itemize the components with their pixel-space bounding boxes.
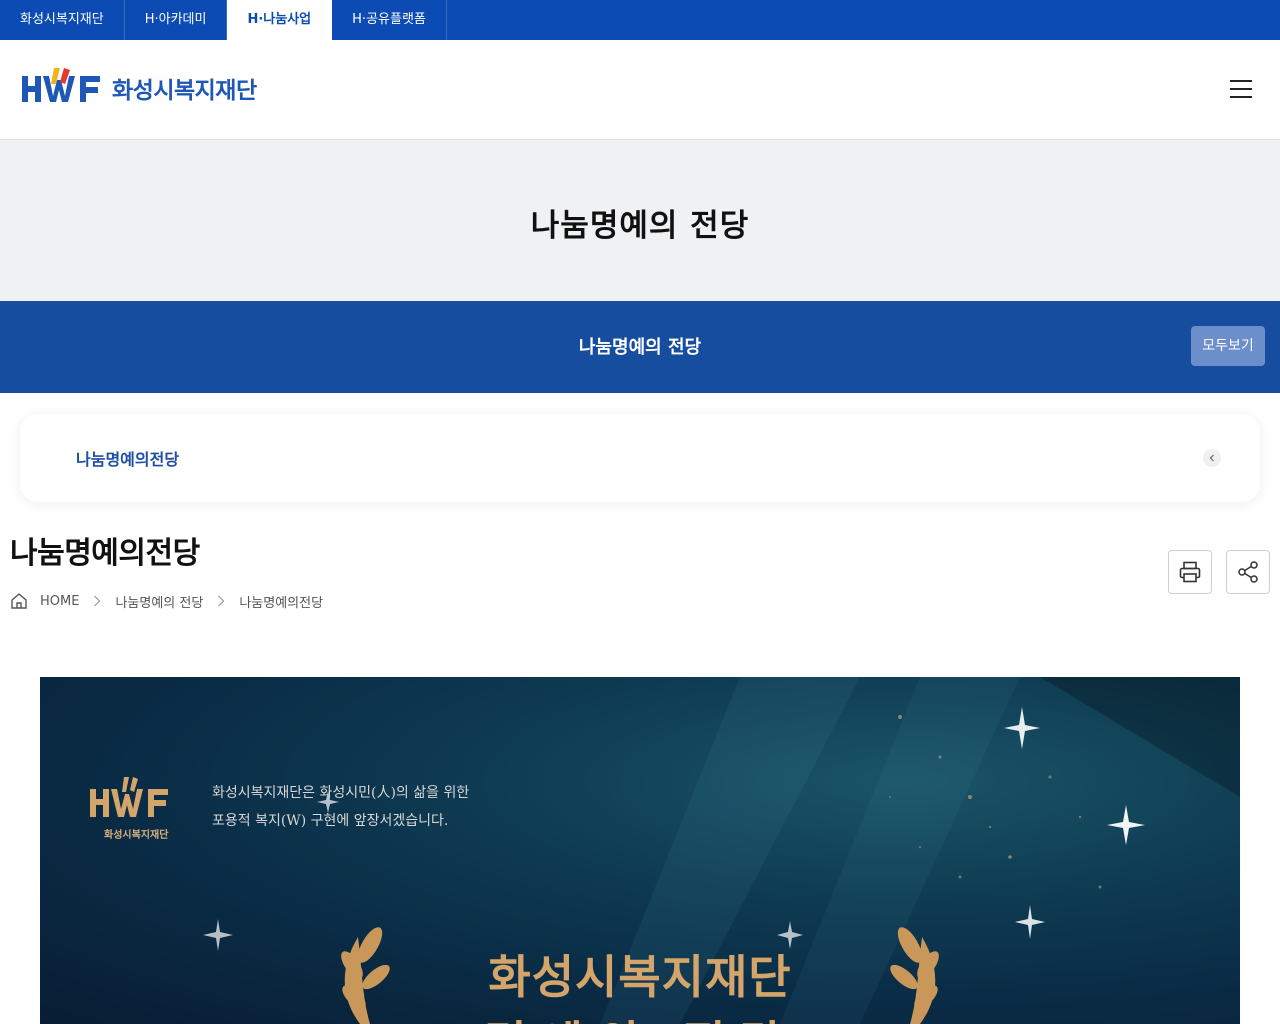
section-bar: 나눔명예의 전당 모두보기 <box>0 301 1280 393</box>
chevron-right-icon <box>217 595 225 607</box>
chevron-left-icon[interactable] <box>1203 449 1221 467</box>
top-tab-bar: 화성시복지재단 H·아카데미 H·나눔사업 H·공유플랫폼 <box>0 0 1280 40</box>
share-icon <box>1238 561 1258 583</box>
banner-slogan-line-1: 화성시복지재단은 화성시민(人)의 삶을 위한 <box>212 785 470 801</box>
submenu-card: 나눔명예의전당 <box>20 414 1260 502</box>
hero-title: 나눔명예의 전당 <box>530 208 750 244</box>
view-all-button[interactable]: 모두보기 <box>1191 326 1265 366</box>
hwf-logo-icon <box>22 68 100 102</box>
printer-icon <box>1179 561 1201 583</box>
site-logo[interactable]: 화성시복지재단 <box>20 58 257 118</box>
banner-title-line-2: 명예의 전당 <box>40 1007 1240 1024</box>
tab-sharing-business[interactable]: H·나눔사업 <box>227 0 333 40</box>
breadcrumb: HOME 나눔명예의 전당 나눔명예의전당 <box>10 591 323 611</box>
chevron-right-icon <box>93 595 101 607</box>
hall-of-fame-banner: 화성시복지재단 화성시복지재단은 화성시민(人)의 삶을 위한 포용적 복지(W… <box>40 677 1240 1024</box>
page-title: 나눔명예의전당 <box>10 536 200 571</box>
share-button[interactable] <box>1226 550 1270 594</box>
hero-section: 나눔명예의 전당 <box>0 140 1280 301</box>
breadcrumb-home[interactable]: HOME <box>40 594 79 609</box>
print-button[interactable] <box>1168 550 1212 594</box>
banner-title: 화성시복지재단 <box>488 950 792 1004</box>
breadcrumb-section[interactable]: 나눔명예의 전당 <box>115 592 203 611</box>
tab-sharing-platform[interactable]: H·공유플랫폼 <box>332 0 447 40</box>
home-icon[interactable] <box>10 592 28 610</box>
breadcrumb-current[interactable]: 나눔명예의전당 <box>239 592 323 611</box>
section-bar-title: 나눔명예의 전당 <box>578 337 702 358</box>
site-header: 화성시복지재단 <box>0 40 1280 140</box>
logo-text: 화성시복지재단 <box>112 78 257 104</box>
banner-logo-caption: 화성시복지재단 <box>104 830 169 841</box>
submenu-item-hall-of-fame[interactable]: 나눔명예의전당 <box>76 446 179 470</box>
tab-foundation[interactable]: 화성시복지재단 <box>0 0 125 40</box>
banner-slogan-line-2: 포용적 복지(W) 구현에 앞장서겠습니다. <box>212 813 449 829</box>
hamburger-menu-icon[interactable] <box>1230 80 1254 100</box>
tab-academy[interactable]: H·아카데미 <box>125 0 228 40</box>
